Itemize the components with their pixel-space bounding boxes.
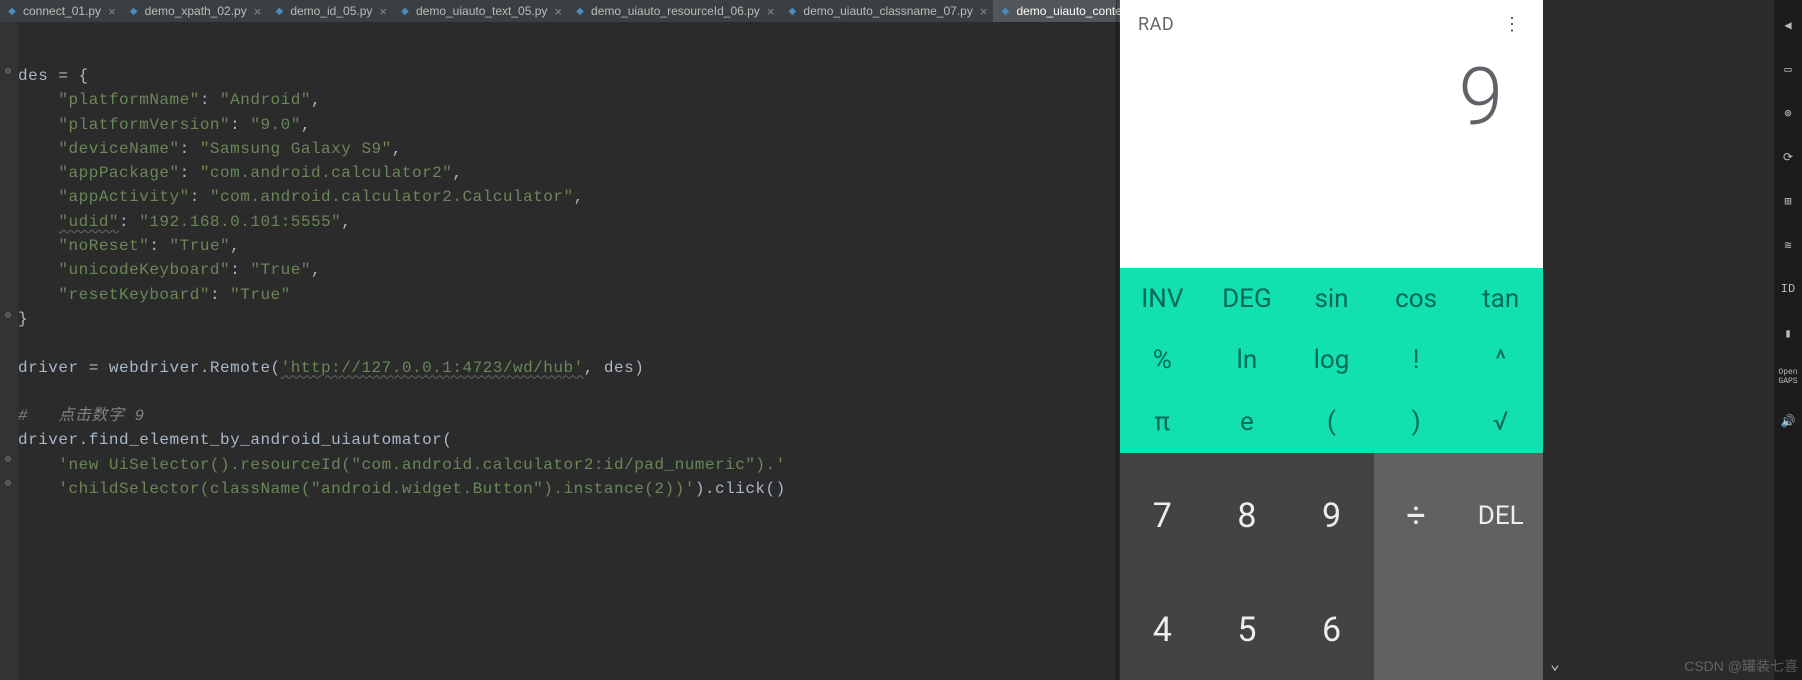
cos-button[interactable]: cos — [1374, 268, 1459, 330]
emulator-sidebar: ◀ ▭ ⊚ ⟳ ⊞ ≋ ID ▮ OpenGAPS 🔊 — [1774, 0, 1802, 680]
ln-button[interactable]: ln — [1205, 330, 1290, 392]
digit-9-button[interactable]: 9 — [1289, 453, 1374, 579]
wifi-icon[interactable]: ≋ — [1779, 236, 1797, 254]
rotate-icon[interactable]: ⟳ — [1779, 148, 1797, 166]
tab-demo-id-05[interactable]: ◆demo_id_05.py× — [267, 0, 393, 22]
gps-icon[interactable]: ⊚ — [1779, 104, 1797, 122]
speaker-icon[interactable]: 🔊 — [1779, 412, 1797, 430]
digit-4-button[interactable]: 4 — [1120, 579, 1205, 680]
lparen-button[interactable]: ( — [1289, 391, 1374, 453]
sqrt-button[interactable]: √ — [1458, 391, 1543, 453]
fold-icon[interactable]: ⊖ — [5, 478, 14, 487]
network-icon[interactable]: ⊞ — [1779, 192, 1797, 210]
id-icon[interactable]: ID — [1779, 280, 1797, 298]
tab-demo-text-05[interactable]: ◆demo_uiauto_text_05.py× — [393, 0, 568, 22]
battery-icon[interactable]: ▮ — [1779, 324, 1797, 342]
more-menu-icon[interactable]: ⋮ — [1503, 14, 1521, 35]
digit-7-button[interactable]: 7 — [1120, 453, 1205, 579]
close-icon[interactable]: × — [554, 4, 562, 19]
percent-button[interactable]: % — [1120, 330, 1205, 392]
tab-demo-xpath-02[interactable]: ◆demo_xpath_02.py× — [122, 0, 268, 22]
python-icon: ◆ — [786, 5, 798, 17]
chevron-down-icon[interactable]: ⌄ — [1545, 654, 1565, 674]
op-placeholder[interactable] — [1458, 579, 1543, 680]
inv-button[interactable]: INV — [1120, 268, 1205, 330]
calculator-display: 9 — [1120, 48, 1543, 268]
gutter: ⊖ ⊖ ⊖ ⊖ — [0, 22, 18, 680]
close-icon[interactable]: × — [980, 4, 988, 19]
python-icon: ◆ — [999, 5, 1011, 17]
python-icon: ◆ — [273, 5, 285, 17]
sd-icon[interactable]: ▭ — [1779, 60, 1797, 78]
gapps-icon[interactable]: OpenGAPS — [1779, 368, 1797, 386]
python-icon: ◆ — [399, 5, 411, 17]
close-icon[interactable]: × — [254, 4, 262, 19]
python-icon: ◆ — [6, 5, 18, 17]
divide-button[interactable]: ÷ — [1374, 453, 1459, 579]
calculator-app: RAD ⋮ 9 INV DEG sin cos tan % ln log ! ^… — [1120, 0, 1543, 680]
delete-button[interactable]: DEL — [1458, 453, 1543, 579]
fold-icon[interactable]: ⊖ — [5, 66, 14, 75]
tan-button[interactable]: tan — [1458, 268, 1543, 330]
close-icon[interactable]: × — [767, 4, 775, 19]
fold-icon[interactable]: ⊖ — [5, 454, 14, 463]
log-button[interactable]: log — [1289, 330, 1374, 392]
tab-demo-classname-07[interactable]: ◆demo_uiauto_classname_07.py× — [780, 0, 993, 22]
tab-connect-01[interactable]: ◆connect_01.py× — [0, 0, 122, 22]
tab-demo-resid-06[interactable]: ◆demo_uiauto_resourceId_06.py× — [568, 0, 780, 22]
digit-8-button[interactable]: 8 — [1205, 453, 1290, 579]
e-button[interactable]: e — [1205, 391, 1290, 453]
factorial-button[interactable]: ! — [1374, 330, 1459, 392]
close-icon[interactable]: × — [379, 4, 387, 19]
power-button[interactable]: ^ — [1458, 330, 1543, 392]
calculator-numeric-pad: 7 8 9 ÷ DEL 4 5 6 — [1120, 453, 1543, 680]
calculator-scientific-pad: INV DEG sin cos tan % ln log ! ^ π e ( )… — [1120, 268, 1543, 453]
sin-button[interactable]: sin — [1289, 268, 1374, 330]
multiply-button[interactable] — [1374, 579, 1459, 680]
fold-icon[interactable]: ⊖ — [5, 310, 14, 319]
python-icon: ◆ — [574, 5, 586, 17]
rparen-button[interactable]: ) — [1374, 391, 1459, 453]
digit-6-button[interactable]: 6 — [1289, 579, 1374, 680]
close-icon[interactable]: × — [108, 4, 116, 19]
angle-mode-label[interactable]: RAD — [1138, 14, 1174, 35]
digit-5-button[interactable]: 5 — [1205, 579, 1290, 680]
deg-button[interactable]: DEG — [1205, 268, 1290, 330]
back-icon[interactable]: ◀ — [1779, 16, 1797, 34]
pi-button[interactable]: π — [1120, 391, 1205, 453]
python-icon: ◆ — [128, 5, 140, 17]
